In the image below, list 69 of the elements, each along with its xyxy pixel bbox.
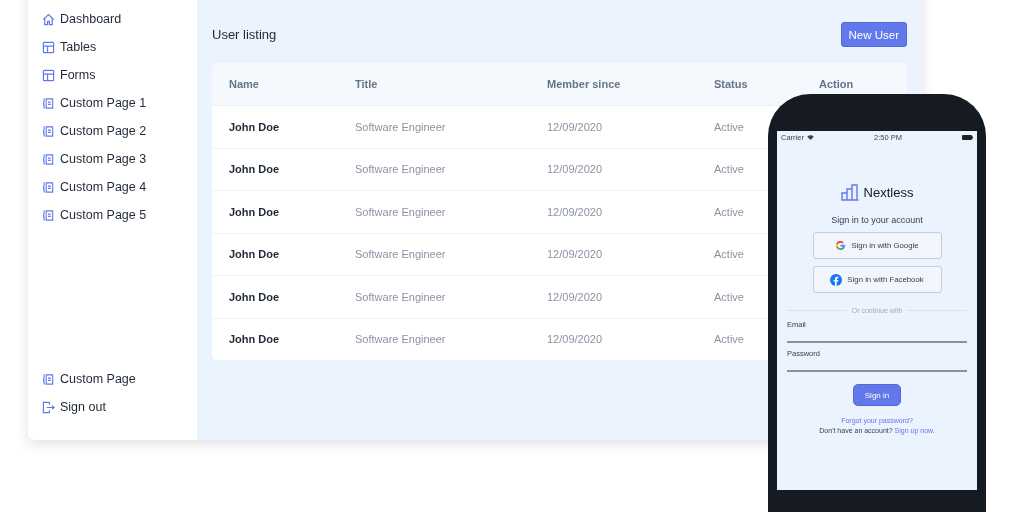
sidebar-item[interactable]: Sign out — [42, 398, 106, 416]
table-cell-text: Software Engineer — [355, 205, 447, 218]
sidebar-item-label: Custom Page 2 — [60, 124, 147, 138]
table-cell-text: Software Engineer — [355, 120, 447, 133]
sidebar-item-label: Custom Page 5 — [60, 208, 147, 222]
page-title: User listing — [212, 27, 277, 42]
table-cell-text: John Doe — [229, 205, 281, 218]
page-icon — [42, 208, 55, 222]
sidebar-item[interactable]: Custom Page — [42, 370, 136, 388]
table-cell-text: Active — [714, 333, 745, 346]
table-cell-text: John Doe — [229, 333, 281, 346]
page-icon — [42, 180, 55, 194]
sidebar-item[interactable]: Forms — [42, 66, 96, 84]
table-cell-text: Software Engineer — [355, 333, 447, 346]
sidebar-item-label: Sign out — [60, 400, 106, 414]
wifi-icon — [806, 135, 814, 140]
sidebar-item[interactable]: Custom Page 1 — [42, 94, 147, 112]
sidebar-item-label: Dashboard — [60, 12, 122, 26]
sidebar-item-label: Custom Page 3 — [60, 152, 147, 166]
facebook-icon — [830, 273, 843, 286]
home-icon — [42, 12, 55, 26]
sidebar-item[interactable]: Dashboard — [42, 10, 122, 28]
sidebar-item[interactable]: Custom Page 5 — [42, 206, 147, 224]
table-cell-text: Active — [714, 120, 745, 133]
table-cell-text: John Doe — [229, 248, 281, 261]
table-cell-text: John Doe — [229, 290, 281, 303]
table-cell-text: 12/09/2020 — [547, 248, 604, 261]
table-icon — [42, 68, 55, 82]
column-header: Name — [229, 78, 260, 90]
sidebar-item[interactable]: Custom Page 4 — [42, 178, 147, 196]
new-user-button[interactable]: New User — [840, 22, 907, 47]
battery-icon — [962, 135, 973, 140]
table-cell-text: John Doe — [229, 120, 281, 133]
column-header: Title — [355, 78, 379, 90]
sidebar-item-label: Tables — [60, 40, 97, 54]
column-header: Action — [819, 78, 855, 90]
table-cell-text: Active — [714, 163, 745, 176]
column-header: Member since — [547, 78, 622, 90]
sidebar-item[interactable]: Tables — [42, 38, 97, 56]
page-icon — [42, 372, 55, 386]
sign-out-icon — [42, 400, 55, 414]
sidebar-item[interactable]: Custom Page 3 — [42, 150, 147, 168]
sign-in-button[interactable]: Sign in — [853, 384, 901, 406]
column-header: Status — [714, 78, 749, 90]
bar-chart-icon — [840, 184, 860, 201]
sidebar-item-label: Custom Page — [60, 372, 136, 386]
table-cell-text: Active — [714, 248, 745, 261]
google-icon — [835, 240, 847, 251]
sidebar-item-label: Custom Page 4 — [60, 180, 147, 194]
table-cell-text: Active — [714, 290, 745, 303]
sidebar-item[interactable]: Custom Page 2 — [42, 122, 147, 140]
table-cell-text: 12/09/2020 — [547, 163, 604, 176]
sign-in-heading: Sign in to your account — [831, 215, 923, 225]
table-cell-text: Active — [714, 205, 745, 218]
table-cell-text: 12/09/2020 — [547, 120, 604, 133]
page-icon — [42, 152, 55, 166]
table-cell-text: Software Engineer — [355, 163, 447, 176]
table-cell-text: Software Engineer — [355, 248, 447, 261]
brand-name: Nextless — [863, 185, 914, 200]
sidebar-item-label: Forms — [60, 68, 96, 82]
table-cell-text: Software Engineer — [355, 290, 447, 303]
sidebar-item-label: Custom Page 1 — [60, 96, 147, 110]
page-icon — [42, 124, 55, 138]
page-icon — [42, 96, 55, 110]
table-cell-text: 12/09/2020 — [547, 290, 604, 303]
table-cell-text: 12/09/2020 — [547, 205, 604, 218]
table-cell-text: John Doe — [229, 163, 281, 176]
table-icon — [42, 40, 55, 54]
table-cell-text: 12/09/2020 — [547, 333, 604, 346]
